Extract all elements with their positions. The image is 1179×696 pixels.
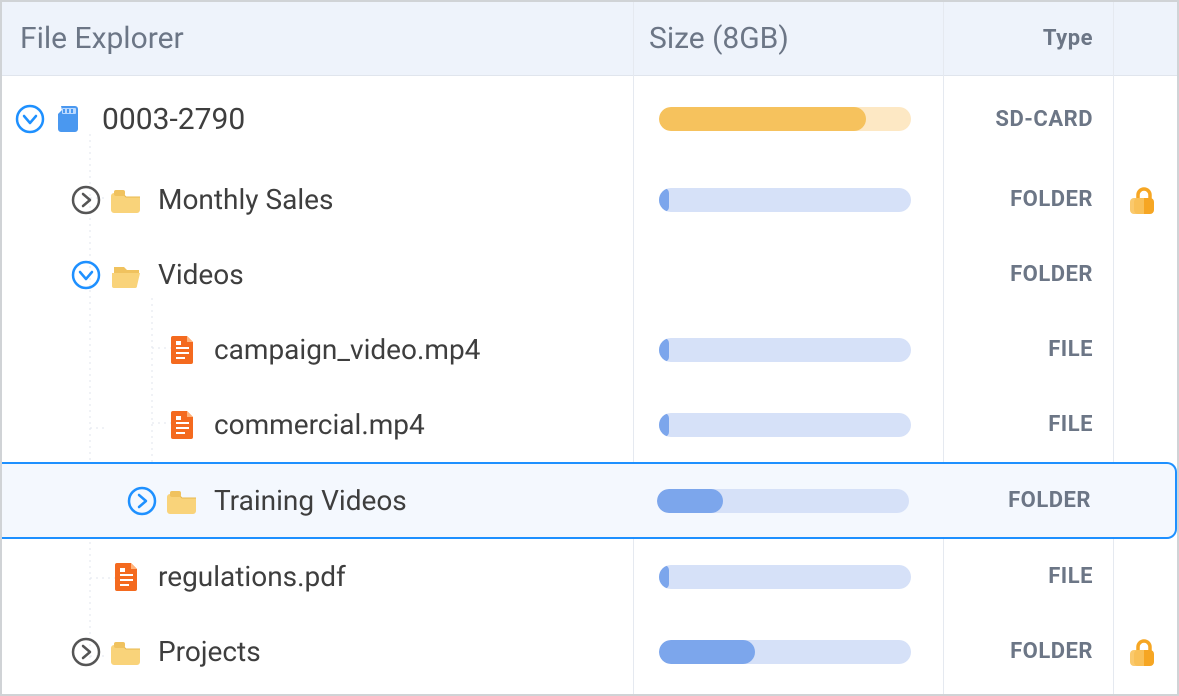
column-header-row: File Explorer Size (8GB) Type <box>2 2 1177 76</box>
chevron-down-icon <box>14 103 46 135</box>
row-label: campaign_video.mp4 <box>214 333 480 366</box>
file-explorer-window: File Explorer Size (8GB) Type 0003-2790 <box>0 0 1179 696</box>
sd-card-icon <box>54 102 88 136</box>
chevron-right-icon <box>70 184 102 216</box>
row-type: SD-CARD <box>941 107 1111 132</box>
file-icon <box>166 408 200 442</box>
row-type: FOLDER <box>941 187 1111 212</box>
row-label: Training Videos <box>214 484 407 517</box>
tree-row-videos[interactable]: Videos FOLDER <box>2 237 1177 312</box>
row-label: Videos <box>158 258 244 291</box>
file-icon <box>110 560 144 594</box>
toggle-expand[interactable] <box>70 184 102 216</box>
column-header-type[interactable]: Type <box>941 26 1111 51</box>
size-bar <box>659 413 911 437</box>
lock-icon <box>1128 184 1160 216</box>
tree-row-regulations[interactable]: regulations.pdf FILE <box>2 539 1177 614</box>
row-label: 0003-2790 <box>102 102 245 137</box>
row-label: Monthly Sales <box>158 183 333 216</box>
toggle-expand[interactable] <box>14 103 46 135</box>
size-bar <box>659 565 911 589</box>
folder-icon <box>166 484 200 518</box>
row-label: commercial.mp4 <box>214 408 425 441</box>
tree-row-projects[interactable]: Projects FOLDER <box>2 614 1177 689</box>
column-header-size[interactable]: Size (8GB) <box>631 21 941 56</box>
chevron-right-icon <box>126 485 158 517</box>
size-bar <box>659 107 911 131</box>
size-bar <box>657 489 909 513</box>
size-bar <box>659 188 911 212</box>
row-type: FOLDER <box>941 262 1111 287</box>
tree-row-campaign-video[interactable]: campaign_video.mp4 FILE <box>2 312 1177 387</box>
lock-icon <box>1128 636 1160 668</box>
tree-row-root[interactable]: 0003-2790 SD-CARD <box>2 76 1177 162</box>
toggle-expand[interactable] <box>70 636 102 668</box>
row-label: regulations.pdf <box>158 560 346 593</box>
row-type: FILE <box>941 412 1111 437</box>
folder-icon <box>110 635 144 669</box>
row-type: FOLDER <box>941 639 1111 664</box>
folder-open-icon <box>110 258 144 292</box>
file-icon <box>166 333 200 367</box>
tree-row-commercial[interactable]: commercial.mp4 FILE <box>2 387 1177 462</box>
toggle-expand[interactable] <box>126 485 158 517</box>
size-bar <box>659 338 911 362</box>
size-bar <box>659 640 911 664</box>
row-type: FOLDER <box>939 488 1109 513</box>
chevron-right-icon <box>70 636 102 668</box>
row-label: Projects <box>158 635 261 668</box>
toggle-expand[interactable] <box>70 259 102 291</box>
tree-row-training-videos[interactable]: Training Videos FOLDER <box>2 462 1177 539</box>
chevron-down-icon <box>70 259 102 291</box>
row-type: FILE <box>941 564 1111 589</box>
row-type: FILE <box>941 337 1111 362</box>
tree-row-monthly-sales[interactable]: Monthly Sales FOLDER <box>2 162 1177 237</box>
folder-icon <box>110 183 144 217</box>
column-header-name[interactable]: File Explorer <box>2 21 631 56</box>
